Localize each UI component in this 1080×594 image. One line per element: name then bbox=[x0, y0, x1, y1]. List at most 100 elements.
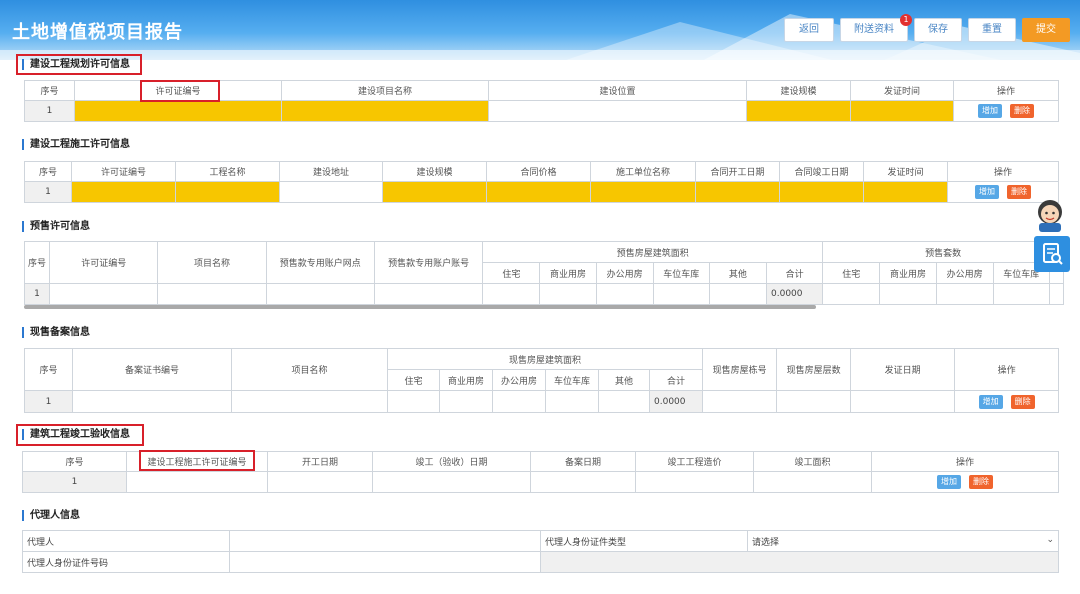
completion-date-input[interactable] bbox=[372, 471, 531, 493]
completion-cost-input[interactable] bbox=[635, 471, 754, 493]
page-title: 土地增值税项目报告 bbox=[12, 22, 183, 43]
agent-id-number-input[interactable] bbox=[229, 551, 541, 573]
other-area-input[interactable] bbox=[598, 390, 650, 413]
attachments-button[interactable]: 附送资料 bbox=[840, 18, 908, 42]
building-number-input[interactable] bbox=[702, 390, 778, 413]
permit-number-input[interactable] bbox=[49, 283, 159, 305]
column-header: 开工日期 bbox=[267, 451, 373, 472]
contractor-name-input[interactable] bbox=[590, 181, 696, 203]
construction-permit-number-input[interactable] bbox=[126, 471, 268, 493]
issue-date-input[interactable] bbox=[850, 100, 954, 122]
column-header: 工程名称 bbox=[175, 161, 280, 182]
construction-permit-table: 序号 许可证编号 工程名称 建设地址 建设规模 合同价格 施工单位名称 合同开工… bbox=[24, 161, 1059, 203]
delete-button[interactable]: 删除 bbox=[1007, 185, 1031, 199]
agent-id-type-select[interactable]: 请选择 ⌄ bbox=[747, 530, 1059, 552]
agent-id-type-value: 请选择 bbox=[752, 537, 780, 548]
reset-button[interactable]: 重置 bbox=[968, 18, 1016, 42]
contract-price-input[interactable] bbox=[486, 181, 591, 203]
column-header: 备案日期 bbox=[530, 451, 636, 472]
project-name-input[interactable] bbox=[175, 181, 280, 203]
column-header: 合同开工日期 bbox=[695, 161, 780, 182]
parking-area-input[interactable] bbox=[652, 283, 710, 305]
agent-table: 代理人 代理人身份证件类型 请选择 ⌄ 代理人身份证件号码 bbox=[22, 530, 1059, 573]
row-actions: 增加 删除 bbox=[954, 390, 1060, 413]
submit-button[interactable]: 提交 bbox=[1022, 18, 1070, 42]
column-header: 操作 bbox=[947, 161, 1059, 182]
issue-date-input[interactable] bbox=[850, 390, 956, 413]
total-area-value: 0.0000 bbox=[765, 283, 824, 305]
issue-date-input[interactable] bbox=[863, 181, 948, 203]
certificate-number-input[interactable] bbox=[72, 390, 232, 413]
column-header: 住宅 bbox=[822, 262, 881, 284]
contract-start-date-input[interactable] bbox=[695, 181, 780, 203]
commercial-count-input[interactable] bbox=[879, 283, 937, 305]
delete-button[interactable]: 删除 bbox=[969, 475, 993, 489]
address-input[interactable] bbox=[279, 181, 383, 203]
project-name-input[interactable] bbox=[157, 283, 267, 305]
project-name-input[interactable] bbox=[281, 100, 489, 122]
commercial-area-input[interactable] bbox=[539, 283, 597, 305]
office-area-input[interactable] bbox=[492, 390, 546, 413]
column-header: 竣工工程造价 bbox=[635, 451, 754, 472]
floor-count-input[interactable] bbox=[776, 390, 852, 413]
customer-service-avatar-icon[interactable] bbox=[1030, 196, 1070, 232]
column-header: 住宅 bbox=[482, 262, 541, 284]
permit-number-input[interactable] bbox=[74, 100, 282, 122]
other-area-input[interactable] bbox=[708, 283, 768, 305]
add-button[interactable]: 增加 bbox=[937, 475, 961, 489]
column-header: 车位车库 bbox=[652, 262, 710, 284]
office-area-input[interactable] bbox=[595, 283, 654, 305]
scale-input[interactable] bbox=[746, 100, 851, 122]
permit-number-input[interactable] bbox=[71, 181, 176, 203]
attachments-badge: 1 bbox=[900, 14, 912, 26]
column-header: 现售房屋层数 bbox=[776, 348, 852, 391]
account-number-input[interactable] bbox=[373, 283, 484, 305]
save-button[interactable]: 保存 bbox=[914, 18, 962, 42]
presale-permit-table: 序号 许可证编号 项目名称 预售款专用账户网点 预售款专用账户账号 预售房屋建筑… bbox=[23, 241, 1065, 305]
residential-area-input[interactable] bbox=[482, 283, 541, 305]
section-title-presale-permit: 预售许可信息 bbox=[22, 221, 90, 232]
column-header: 合同竣工日期 bbox=[779, 161, 864, 182]
column-header: 序号 bbox=[24, 161, 72, 182]
column-header: 操作 bbox=[871, 451, 1059, 472]
column-header: 发证时间 bbox=[863, 161, 948, 182]
completion-area-input[interactable] bbox=[753, 471, 872, 493]
parking-count-input[interactable] bbox=[992, 283, 1050, 305]
filing-date-input[interactable] bbox=[530, 471, 636, 493]
add-button[interactable]: 增加 bbox=[975, 185, 999, 199]
start-date-input[interactable] bbox=[267, 471, 373, 493]
column-header: 合同价格 bbox=[486, 161, 591, 182]
scale-input[interactable] bbox=[382, 181, 487, 203]
add-button[interactable]: 增加 bbox=[978, 394, 1003, 409]
table-cell bbox=[1048, 283, 1065, 305]
delete-button[interactable]: 删除 bbox=[1010, 394, 1035, 409]
project-name-input[interactable] bbox=[231, 390, 388, 413]
highlight-box bbox=[16, 54, 142, 75]
location-input[interactable] bbox=[488, 100, 747, 122]
row-actions: 增加 删除 bbox=[953, 100, 1059, 122]
column-header: 建设规模 bbox=[382, 161, 487, 182]
table-row: 1 增加 删除 bbox=[22, 471, 1059, 493]
agent-name-input[interactable] bbox=[229, 530, 541, 552]
table-row: 1 增加 删除 bbox=[24, 100, 1059, 122]
account-branch-input[interactable] bbox=[265, 283, 375, 305]
column-header: 序号 bbox=[24, 348, 73, 391]
residential-area-input[interactable] bbox=[387, 390, 440, 413]
search-document-icon[interactable] bbox=[1034, 236, 1070, 272]
group-header: 预售套数 bbox=[822, 241, 1064, 263]
office-count-input[interactable] bbox=[935, 283, 994, 305]
horizontal-scrollbar[interactable] bbox=[24, 305, 816, 309]
column-header: 其他 bbox=[598, 369, 650, 391]
delete-button[interactable]: 删除 bbox=[1010, 104, 1034, 118]
column-header: 施工单位名称 bbox=[590, 161, 696, 182]
column-header: 办公用房 bbox=[492, 369, 546, 391]
residential-count-input[interactable] bbox=[822, 283, 881, 305]
column-header: 许可证编号 bbox=[71, 161, 176, 182]
contract-end-date-input[interactable] bbox=[779, 181, 864, 203]
agent-id-number-label: 代理人身份证件号码 bbox=[22, 551, 230, 573]
parking-area-input[interactable] bbox=[545, 390, 599, 413]
add-button[interactable]: 增加 bbox=[978, 104, 1002, 118]
commercial-area-input[interactable] bbox=[439, 390, 493, 413]
row-index: 1 bbox=[24, 181, 72, 203]
back-button[interactable]: 返回 bbox=[784, 18, 834, 42]
